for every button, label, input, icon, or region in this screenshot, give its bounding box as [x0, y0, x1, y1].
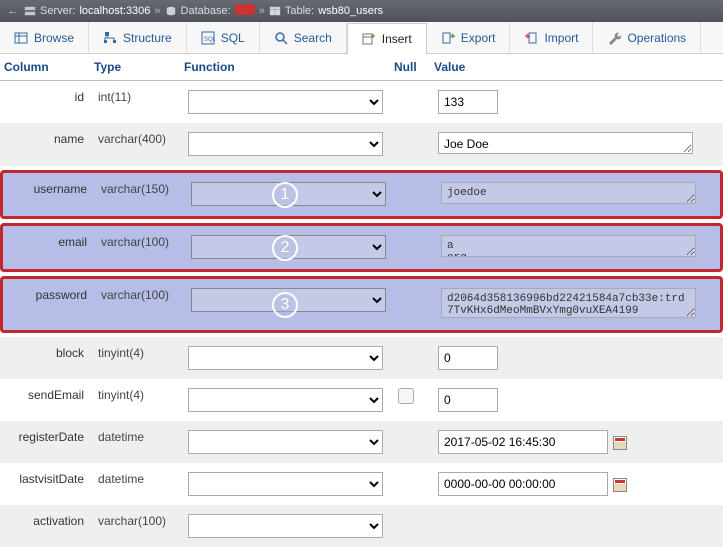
server-icon [24, 5, 36, 17]
function-select[interactable] [191, 235, 386, 259]
value-input[interactable] [438, 90, 498, 114]
value-input[interactable] [438, 472, 608, 496]
server-label: Server: [40, 5, 75, 17]
col-name: registerDate [4, 428, 94, 446]
col-type: varchar(100) [97, 233, 187, 251]
header-column[interactable]: Column [0, 54, 90, 80]
col-type: datetime [94, 428, 184, 446]
calendar-icon[interactable] [613, 436, 627, 450]
table-icon [269, 5, 281, 17]
null-checkbox[interactable] [398, 388, 414, 404]
function-select[interactable] [188, 132, 383, 156]
row-lastvisitdate: lastvisitDate datetime [0, 463, 723, 505]
col-type: varchar(150) [97, 180, 187, 198]
function-select[interactable] [191, 288, 386, 312]
database-label: Database: [181, 5, 231, 17]
table-label: Table: [285, 5, 314, 17]
tab-structure[interactable]: Structure [89, 22, 187, 53]
tab-label: Structure [123, 31, 172, 45]
function-select[interactable] [188, 388, 383, 412]
value-input[interactable] [438, 388, 498, 412]
separator: » [154, 5, 160, 17]
database-icon [165, 5, 177, 17]
browse-icon [14, 31, 28, 45]
table-header: Column Type Function Null Value [0, 54, 723, 81]
col-type: int(11) [94, 88, 184, 106]
value-textarea[interactable] [441, 288, 696, 318]
row-id: id int(11) [0, 81, 723, 123]
tab-label: SQL [221, 31, 245, 45]
tab-insert[interactable]: Insert [347, 23, 427, 54]
col-name: lastvisitDate [4, 470, 94, 488]
tab-label: Import [544, 31, 578, 45]
row-sendemail: sendEmail tinyint(4) [0, 379, 723, 421]
tab-label: Browse [34, 31, 74, 45]
col-name: password [7, 286, 97, 304]
search-icon [274, 31, 288, 45]
col-type: varchar(100) [94, 512, 184, 530]
structure-icon [103, 31, 117, 45]
calendar-icon[interactable] [613, 478, 627, 492]
tab-export[interactable]: Export [427, 22, 511, 53]
export-icon [441, 31, 455, 45]
header-function[interactable]: Function [180, 54, 390, 80]
col-type: datetime [94, 470, 184, 488]
back-arrow-icon[interactable]: ← [6, 5, 20, 17]
separator: » [259, 5, 265, 17]
value-input[interactable] [438, 346, 498, 370]
tabs-bar: Browse Structure SQL SQL Search Insert E… [0, 22, 723, 54]
tab-operations[interactable]: Operations [593, 22, 701, 53]
col-name: activation [4, 512, 94, 530]
col-name: username [7, 180, 97, 198]
operations-icon [607, 31, 621, 45]
svg-text:SQL: SQL [204, 37, 215, 43]
header-value[interactable]: Value [430, 54, 723, 80]
function-select[interactable] [188, 430, 383, 454]
tab-label: Operations [627, 31, 686, 45]
col-type: tinyint(4) [94, 344, 184, 362]
tab-browse[interactable]: Browse [0, 22, 89, 53]
tab-sql[interactable]: SQL SQL [187, 22, 260, 53]
row-username-highlight: username varchar(150) 1 [0, 170, 723, 219]
table-link[interactable]: wsb80_users [318, 5, 383, 17]
database-link[interactable] [235, 4, 255, 18]
redacted-db [235, 4, 255, 15]
function-select[interactable] [188, 90, 383, 114]
function-select[interactable] [191, 182, 386, 206]
server-link[interactable]: localhost:3306 [79, 5, 150, 17]
row-email-highlight: email varchar(100) 2 [0, 223, 723, 272]
header-type[interactable]: Type [90, 54, 180, 80]
row-registerdate: registerDate datetime [0, 421, 723, 463]
tab-import[interactable]: Import [510, 22, 593, 53]
function-select[interactable] [188, 346, 383, 370]
col-name: id [4, 88, 94, 106]
row-block: block tinyint(4) [0, 337, 723, 379]
col-name: block [4, 344, 94, 362]
value-textarea[interactable] [441, 235, 696, 257]
col-type: tinyint(4) [94, 386, 184, 404]
breadcrumb: ← Server: localhost:3306 » Database: » T… [0, 0, 723, 22]
row-name: name varchar(400) [0, 123, 723, 166]
col-type: varchar(400) [94, 130, 184, 148]
tab-label: Insert [382, 32, 412, 46]
tab-search[interactable]: Search [260, 22, 347, 53]
function-select[interactable] [188, 472, 383, 496]
row-password-highlight: password varchar(100) 3 [0, 276, 723, 333]
col-name: name [4, 130, 94, 148]
value-input[interactable] [438, 430, 608, 454]
col-name: email [7, 233, 97, 251]
value-textarea[interactable] [441, 182, 696, 204]
tab-label: Search [294, 31, 332, 45]
tab-label: Export [461, 31, 496, 45]
insert-icon [362, 32, 376, 46]
row-activation: activation varchar(100) [0, 505, 723, 547]
value-textarea[interactable] [438, 132, 693, 154]
col-type: varchar(100) [97, 286, 187, 304]
sql-icon: SQL [201, 31, 215, 45]
header-null[interactable]: Null [390, 54, 430, 80]
function-select[interactable] [188, 514, 383, 538]
col-name: sendEmail [4, 386, 94, 404]
import-icon [524, 31, 538, 45]
